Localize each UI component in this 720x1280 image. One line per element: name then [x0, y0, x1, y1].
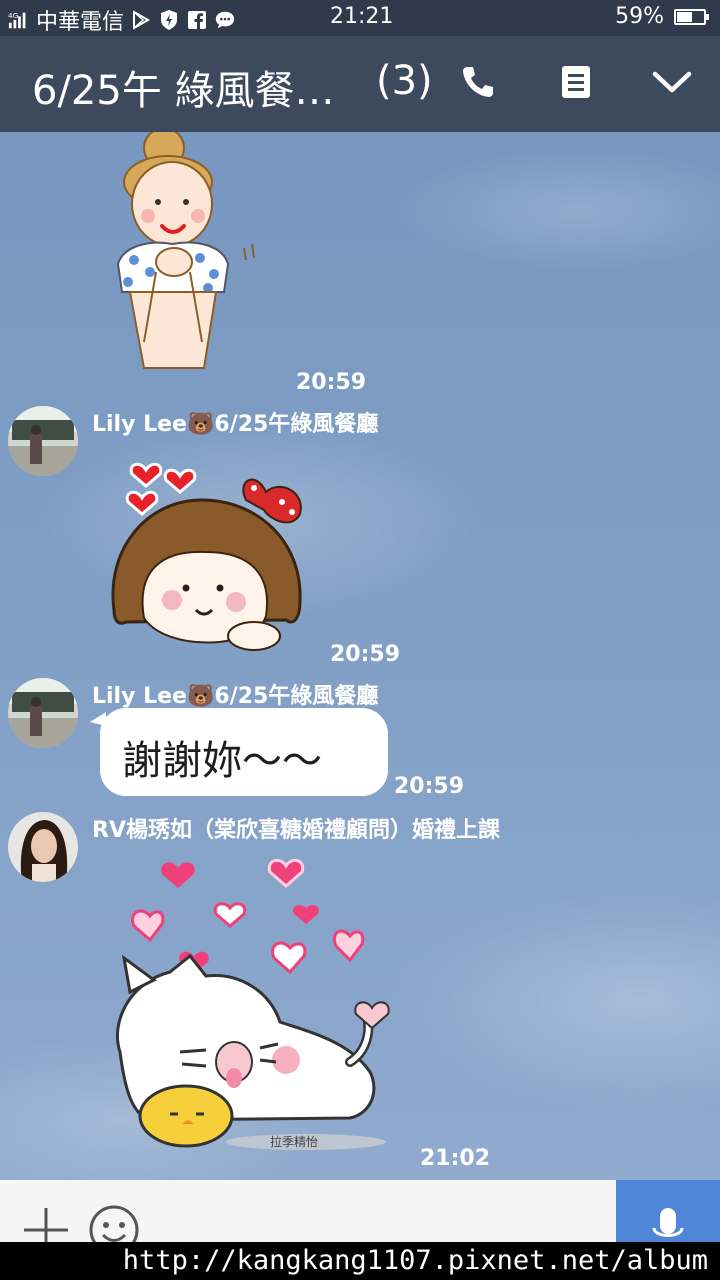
girl-with-hearts-sticker[interactable] [106, 440, 310, 660]
message-bubble[interactable]: 謝謝妳～～ [100, 708, 388, 796]
battery-percent: 59% [615, 4, 664, 29]
status-bar: 4G 中華電信 21:21 59% [0, 0, 720, 36]
message-time: 20:59 [394, 774, 465, 799]
signal-icon: 4G [8, 9, 30, 31]
play-store-icon [130, 9, 152, 31]
message-time: 21:02 [420, 1146, 491, 1171]
message-time: 20:59 [296, 370, 367, 395]
girl-with-bun-sticker[interactable] [104, 127, 264, 382]
phone-icon [458, 62, 498, 106]
facebook-icon [186, 9, 208, 31]
status-clock: 21:21 [330, 4, 394, 29]
carrier-name: 中華電信 [36, 10, 125, 35]
member-count: (3) [376, 58, 433, 104]
sender-name: Lily Lee🐻6/25午綠風餐廳 [92, 684, 379, 709]
chat-title[interactable]: 6/25午 綠風餐… [32, 58, 335, 116]
avatar[interactable] [8, 406, 78, 476]
avatar[interactable] [8, 812, 78, 882]
avatar[interactable] [8, 678, 78, 748]
watermark-url: http://kangkang1107.pixnet.net/album [0, 1242, 720, 1280]
sticker-caption: 拉季精怡 [270, 1134, 318, 1149]
cat-with-hearts-sticker[interactable]: 拉季精怡 [110, 852, 400, 1152]
collapse-button[interactable] [650, 62, 694, 106]
chat-header: 6/25午 綠風餐… (3) [0, 36, 720, 132]
chevron-down-icon [652, 68, 692, 100]
svg-text:4G: 4G [8, 11, 19, 20]
sender-name: Lily Lee🐻6/25午綠風餐廳 [92, 412, 379, 437]
battery-icon [674, 8, 709, 25]
sender-name: RV楊琇如（棠欣喜糖婚禮顧問）婚禮上課 [92, 818, 500, 843]
call-button[interactable] [456, 62, 500, 106]
message-time: 20:59 [330, 642, 401, 667]
notes-button[interactable] [554, 62, 598, 106]
chat-bubble-icon [214, 9, 236, 31]
notes-icon [560, 64, 592, 104]
shield-bolt-icon [158, 9, 180, 31]
